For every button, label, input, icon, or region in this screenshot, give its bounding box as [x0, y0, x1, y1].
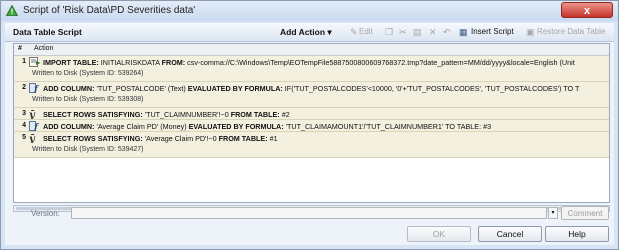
svg-text:ȳ: ȳ — [29, 110, 36, 119]
version-field[interactable] — [71, 207, 547, 219]
delete-icon[interactable]: ✕ — [429, 27, 437, 38]
formula-column-icon: f — [29, 83, 40, 93]
action-keyword: SELECT ROWS SATISFYING: — [43, 134, 143, 143]
disk-status: Written to Disk (System ID: 539264) — [32, 70, 144, 77]
script-dialog: Script of 'Risk Data\PD Severities data'… — [0, 0, 619, 250]
restore-icon[interactable]: ▣ — [526, 27, 535, 38]
table-row[interactable]: 2 f ADD COLUMN: 'TUT_POSTALCODE' (Text) … — [14, 82, 609, 108]
row-number: 3 — [22, 110, 26, 117]
edit-button[interactable]: Edit — [359, 27, 373, 36]
action-detail: 'TUT_CLAIMAMOUNT1'/'TUT_CLAIMNUMBER1' TO… — [283, 122, 492, 131]
warning-triangle-icon — [6, 5, 18, 16]
version-label: Version: — [31, 209, 60, 218]
row-number: 1 — [22, 58, 26, 65]
action-detail: csv-comma://C:\Windows\Temp\EOTempFile58… — [185, 58, 575, 67]
table-row[interactable]: 4 f ADD COLUMN: 'Average Claim PD' (Mone… — [14, 120, 609, 132]
action-text: IMPORT TABLE: INITIALRISKDATA FROM: csv-… — [43, 58, 575, 67]
disk-status: Written to Disk (System ID: 539308) — [32, 96, 144, 103]
edit-pencil-icon[interactable]: ✎ — [350, 27, 358, 38]
window-title: Script of 'Risk Data\PD Severities data' — [23, 5, 196, 16]
paste-icon[interactable]: ▤ — [413, 27, 422, 38]
action-detail: 'Average Claim PD' (Money) — [94, 122, 189, 131]
close-button[interactable]: x — [561, 2, 613, 18]
column-header-action[interactable]: Action — [34, 45, 53, 52]
filter-rows-icon: ȳ — [29, 110, 36, 119]
action-keyword: FROM: — [161, 58, 186, 67]
action-keyword: FROM TABLE: — [218, 134, 268, 143]
action-keyword: EVALUATED BY FORMULA: — [187, 84, 283, 93]
action-keyword: EVALUATED BY FORMULA: — [188, 122, 284, 131]
undo-icon[interactable]: ↶ — [443, 27, 451, 38]
comment-button[interactable]: Comment — [561, 206, 609, 220]
action-detail: INITIALRISKDATA — [98, 58, 162, 67]
panel-title: Data Table Script — [13, 27, 82, 37]
insert-script-button[interactable]: Insert Script — [471, 27, 514, 36]
action-detail: #2 — [279, 110, 290, 119]
copy-icon[interactable]: ❐ — [385, 27, 393, 38]
disk-status: Written to Disk (System ID: 539427) — [32, 146, 144, 153]
ok-button[interactable]: OK — [407, 226, 471, 242]
action-detail: #1 — [267, 134, 278, 143]
grid-header: # Action — [14, 44, 609, 56]
title-bar: Script of 'Risk Data\PD Severities data'… — [1, 1, 618, 21]
action-keyword: ADD COLUMN: — [43, 122, 95, 131]
row-number: 2 — [22, 84, 26, 91]
row-number: 4 — [22, 122, 26, 129]
action-detail: 'TUT_CLAIMNUMBER'!~0 — [142, 110, 231, 119]
svg-text:f: f — [33, 85, 40, 93]
import-table-icon — [29, 57, 41, 67]
help-button[interactable]: Help — [545, 226, 609, 242]
filter-rows-icon: ȳ — [29, 134, 36, 143]
action-detail: 'TUT_POSTALCODE' (Text) — [94, 84, 188, 93]
script-grid: # Action 1 IMPORT TABLE: INITIALRISKDATA… — [13, 43, 610, 203]
table-row[interactable]: 3 ȳ SELECT ROWS SATISFYING: 'TUT_CLAIMNU… — [14, 108, 609, 120]
action-text: SELECT ROWS SATISFYING: 'TUT_CLAIMNUMBER… — [43, 110, 290, 119]
action-text: SELECT ROWS SATISFYING: 'Average Claim P… — [43, 134, 278, 143]
action-keyword: SELECT ROWS SATISFYING: — [43, 110, 143, 119]
action-detail: 'Average Claim PD'!~0 — [142, 134, 219, 143]
action-keyword: FROM TABLE: — [230, 110, 280, 119]
action-text: ADD COLUMN: 'TUT_POSTALCODE' (Text) EVAL… — [43, 84, 579, 93]
insert-script-icon[interactable]: ▦ — [459, 27, 468, 38]
cut-icon[interactable]: ✂ — [399, 27, 407, 38]
script-toolbar: Data Table Script Add Action ▾ ✎ Edit ❐ … — [5, 23, 614, 42]
table-row[interactable]: 5 ȳ SELECT ROWS SATISFYING: 'Average Cla… — [14, 132, 609, 158]
dialog-body: Data Table Script Add Action ▾ ✎ Edit ❐ … — [5, 23, 614, 245]
add-action-menu[interactable]: Add Action ▾ — [280, 27, 332, 38]
column-header-number[interactable]: # — [18, 45, 22, 52]
svg-text:f: f — [33, 123, 40, 131]
svg-text:ȳ: ȳ — [29, 134, 36, 143]
action-keyword: IMPORT TABLE: — [43, 58, 99, 67]
row-number: 5 — [22, 134, 26, 141]
restore-data-table-button[interactable]: Restore Data Table — [537, 27, 605, 36]
action-text: ADD COLUMN: 'Average Claim PD' (Money) E… — [43, 122, 491, 131]
table-row[interactable]: 1 IMPORT TABLE: INITIALRISKDATA FROM: cs… — [14, 56, 609, 82]
cancel-button[interactable]: Cancel — [478, 226, 542, 242]
formula-column-icon: f — [29, 121, 40, 131]
version-dropdown-icon[interactable]: ▾ — [548, 207, 558, 219]
action-detail: IF('TUT_POSTALCODES'<10000, '0'+'TUT_POS… — [282, 84, 580, 93]
action-keyword: ADD COLUMN: — [43, 84, 95, 93]
